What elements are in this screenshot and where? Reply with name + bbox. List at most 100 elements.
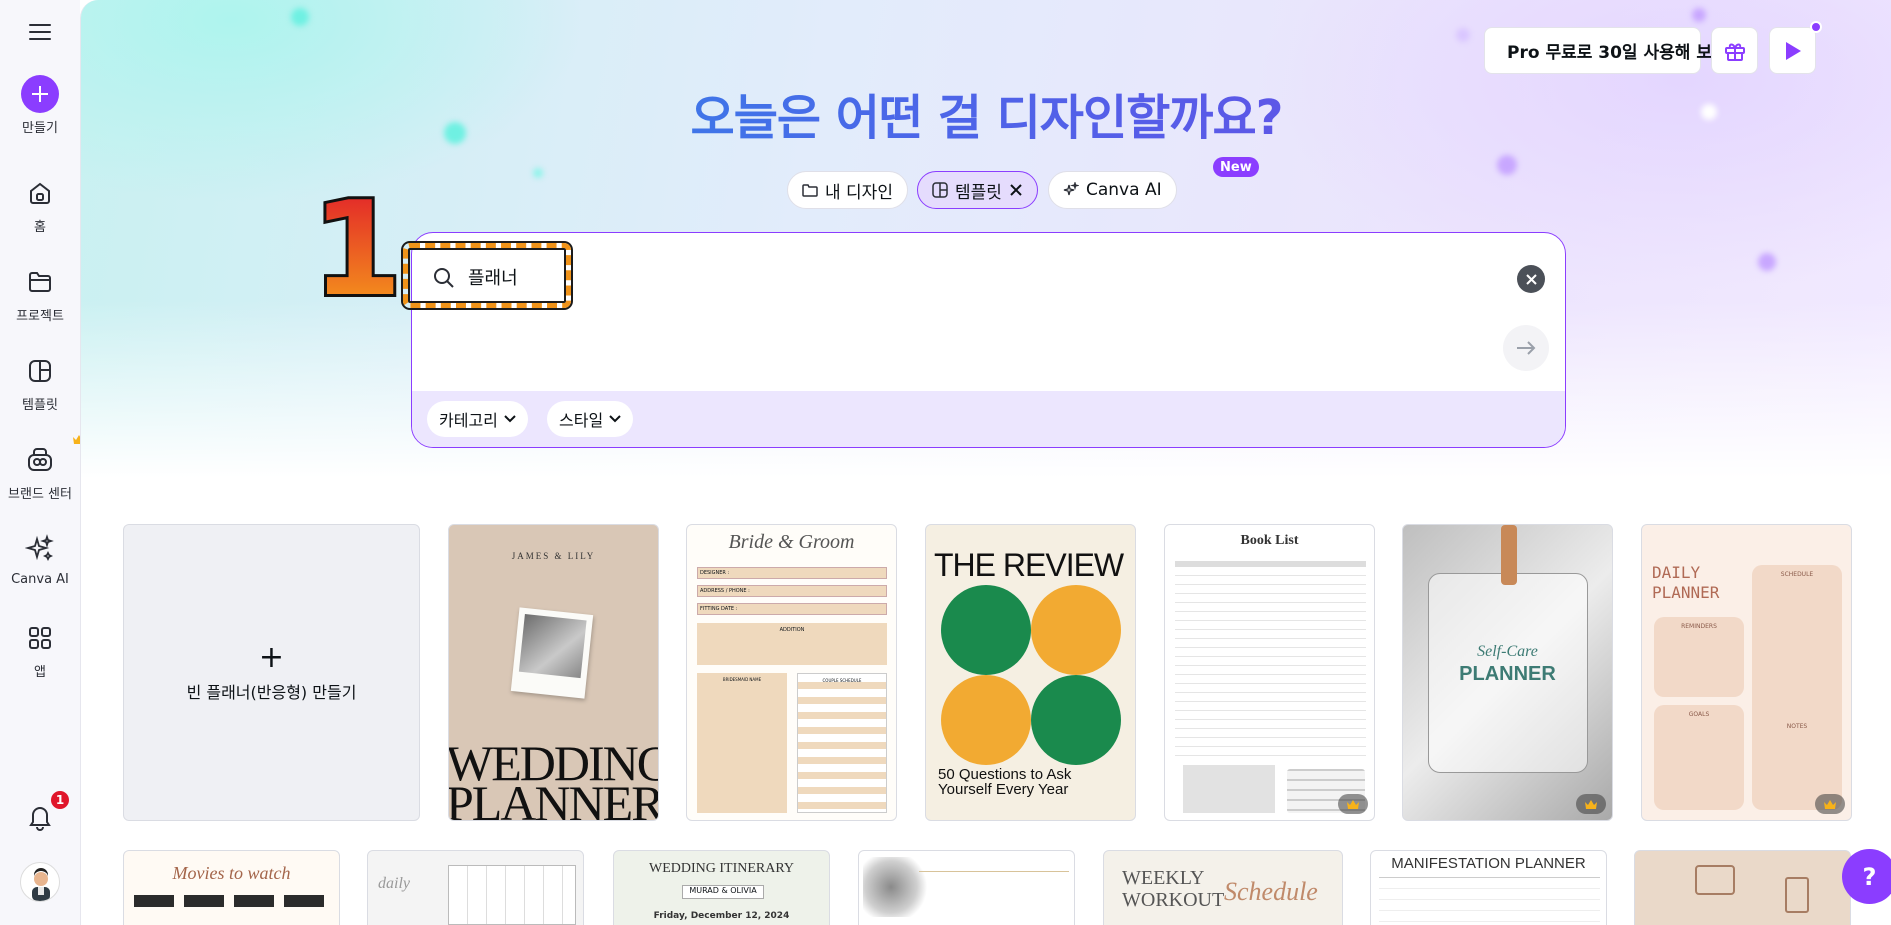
template-section: REMINDERS — [1654, 617, 1744, 697]
template-title: Bride & Groom — [728, 531, 855, 553]
template-card[interactable]: Book List — [1164, 524, 1375, 821]
template-date: Friday, December 12, 2024 — [653, 911, 790, 921]
template-card[interactable]: Movies to watch — [123, 850, 340, 925]
field-label: FITTING DATE : — [700, 606, 738, 612]
sparkle-icon — [1063, 182, 1079, 196]
template-card[interactable]: daily — [367, 850, 584, 925]
folder-icon — [802, 184, 818, 197]
template-title: DAILY PLANNER — [1652, 563, 1720, 602]
template-caption: 50 Questions to Ask Yourself Every Year — [938, 766, 1072, 798]
template-card[interactable] — [858, 850, 1075, 925]
template-card[interactable]: DAILY PLANNER SCHEDULE REMINDERS GOALS N… — [1641, 524, 1852, 821]
sidebar-item-label: 브랜드 센터 — [8, 487, 72, 502]
template-icon — [932, 182, 948, 198]
filter-label: 카테고리 — [439, 411, 498, 430]
pro-trial-label: Pro 무료로 30일 사용해 보기 — [1507, 43, 1728, 63]
template-title: Movies to watch — [172, 863, 291, 883]
sidebar-item-brand[interactable]: 브랜드 센터 — [0, 435, 85, 502]
sidebar-item-label: 템플릿 — [22, 398, 58, 413]
create-blank-planner[interactable]: + 빈 플래너(반응형) 만들기 — [123, 524, 420, 821]
close-icon[interactable] — [1009, 183, 1023, 197]
pro-badge — [1576, 794, 1606, 814]
arrow-right-icon — [1517, 341, 1536, 355]
sidebar-item-label: 만들기 — [22, 121, 58, 136]
template-section: GOALS — [1654, 705, 1744, 810]
page-title: 오늘은 어떤 걸 디자인할까요? — [81, 78, 1891, 148]
chevron-down-icon — [504, 415, 516, 423]
template-title: Self-Care — [1477, 643, 1538, 660]
help-button[interactable]: ? — [1842, 849, 1891, 904]
template-card[interactable] — [1634, 850, 1851, 925]
sidebar-item-label: 프로젝트 — [16, 309, 64, 324]
clear-search-button[interactable] — [1517, 265, 1545, 293]
search-panel: 카테고리 스타일 — [411, 232, 1566, 448]
sidebar-item-templates[interactable]: 템플릿 — [0, 351, 80, 413]
tab-my-designs[interactable]: 내 디자인 — [787, 171, 908, 209]
template-script: Schedule — [1224, 877, 1318, 906]
template-title: JAMES & LILY — [511, 551, 596, 561]
gift-icon — [1724, 43, 1745, 61]
template-title: WEDDING ITINERARY — [648, 861, 795, 876]
submit-search-button[interactable] — [1503, 325, 1549, 371]
template-card[interactable]: JAMES & LILY WEDDING PLANNER — [448, 524, 659, 821]
template-card[interactable]: WEEKLY WORKOUT Schedule — [1103, 850, 1343, 925]
sidebar: 만들기 홈 프로젝트 템플릿 브랜드 센터 Canva AI 앱 1 — [0, 0, 85, 925]
present-button[interactable] — [1769, 27, 1816, 74]
sidebar-item-projects[interactable]: 프로젝트 — [0, 262, 80, 324]
template-title: THE REVIEW — [934, 547, 1124, 583]
crown-icon — [1585, 799, 1597, 809]
tab-label: 템플릿 — [955, 182, 1002, 203]
template-title: Book List — [1240, 533, 1299, 548]
field-label: ADDRESS / PHONE : — [700, 588, 750, 594]
search-input[interactable] — [468, 261, 1418, 293]
template-title: daily — [378, 875, 410, 892]
template-card[interactable]: MANIFESTATION PLANNER — [1370, 850, 1607, 925]
template-box: ADDITION — [697, 623, 887, 665]
sidebar-item-create[interactable]: 만들기 — [0, 74, 80, 136]
new-badge: New — [1213, 157, 1259, 177]
template-subtitle: MURAD & OLIVIA — [682, 885, 764, 899]
template-section: SCHEDULE — [1752, 565, 1842, 735]
template-field: FITTING DATE : — [697, 603, 887, 615]
avatar[interactable] — [20, 862, 60, 902]
template-box: BRIDESMAID NAME — [697, 673, 787, 813]
plus-icon: + — [258, 639, 285, 675]
tab-templates[interactable]: 템플릿 — [917, 171, 1038, 209]
pro-trial-button[interactable]: Pro 무료로 30일 사용해 보기 — [1484, 27, 1728, 74]
template-card[interactable]: THE REVIEW 50 Questions to Ask Yourself … — [925, 524, 1136, 821]
main-area: 오늘은 어떤 걸 디자인할까요? Pro 무료로 30일 사용해 보기 내 디자… — [80, 0, 1891, 925]
svg-text:1: 1 — [317, 173, 397, 306]
tab-canva-ai[interactable]: Canva AI — [1048, 171, 1177, 209]
pro-badge — [1338, 794, 1368, 814]
sidebar-item-label: Canva AI — [11, 572, 69, 587]
sidebar-item-home[interactable]: 홈 — [0, 173, 80, 235]
apps-icon — [20, 618, 60, 658]
filter-bar: 카테고리 스타일 — [412, 391, 1565, 447]
crown-icon — [1824, 799, 1836, 809]
folder-icon — [20, 262, 60, 302]
field-label: DESIGNER : — [700, 570, 730, 576]
category-filter[interactable]: 카테고리 — [427, 401, 528, 437]
crown-icon — [1347, 799, 1359, 809]
template-title: MANIFESTATION PLANNER — [1391, 855, 1586, 872]
template-card[interactable]: Self-Care PLANNER — [1402, 524, 1613, 821]
template-card[interactable]: Bride & Groom DESIGNER : ADDRESS / PHONE… — [686, 524, 897, 821]
sidebar-item-canva-ai[interactable]: Canva AI — [0, 529, 80, 587]
home-icon — [20, 173, 60, 213]
template-icon — [20, 351, 60, 391]
template-card[interactable]: WEDDING ITINERARY MURAD & OLIVIA Friday,… — [613, 850, 830, 925]
sidebar-item-apps[interactable]: 앱 — [0, 618, 80, 680]
menu-icon[interactable] — [24, 16, 56, 48]
template-title: WEEKLY WORKOUT — [1122, 867, 1225, 911]
brand-icon — [20, 435, 85, 480]
filter-label: 스타일 — [559, 411, 604, 430]
tab-label: 내 디자인 — [825, 182, 893, 203]
pro-badge — [1815, 794, 1845, 814]
style-filter[interactable]: 스타일 — [547, 401, 634, 437]
sidebar-item-label: 앱 — [34, 665, 46, 680]
template-subtitle: PLANNER — [1459, 663, 1556, 685]
template-field: ADDRESS / PHONE : — [697, 585, 887, 597]
template-box: COUPLE SCHEDULE — [797, 673, 887, 813]
blank-planner-label: 빈 플래너(반응형) 만들기 — [186, 682, 357, 702]
gift-button[interactable] — [1711, 27, 1758, 74]
